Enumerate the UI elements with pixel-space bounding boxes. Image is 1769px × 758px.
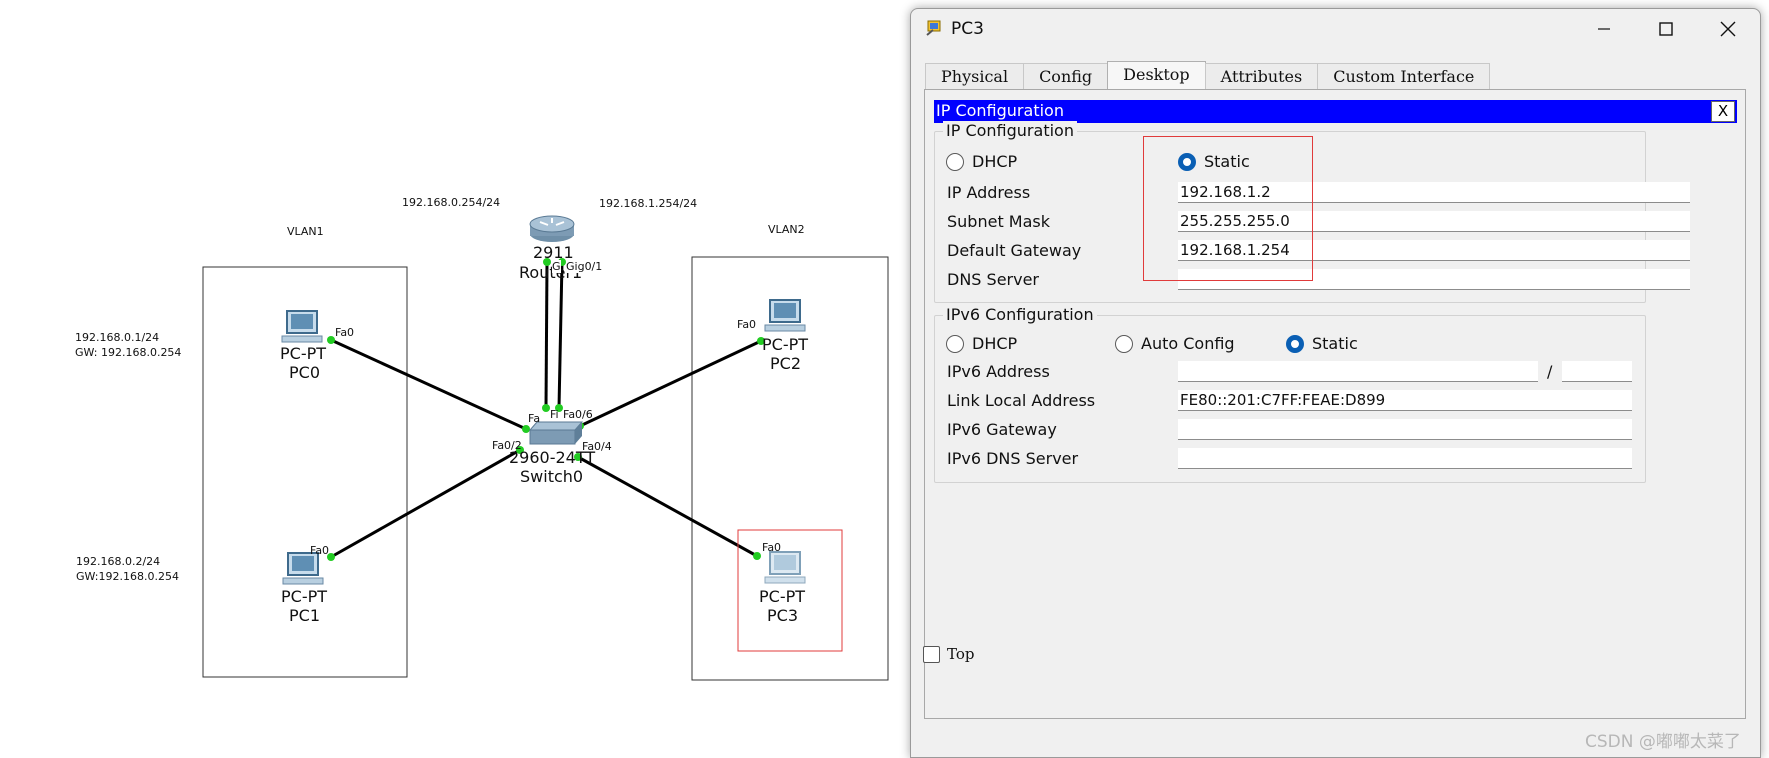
link-switch-pc2 — [579, 339, 762, 428]
packet-tracer-app-icon — [926, 20, 941, 36]
tab-custom-interface[interactable]: Custom Interface — [1317, 63, 1491, 89]
ipv6-static-label: Static — [1312, 334, 1358, 353]
pc1-ip-note: 192.168.0.2/24 — [76, 555, 161, 568]
link-pc0-switch — [330, 338, 527, 431]
ip-address-label: IP Address — [947, 183, 1031, 202]
vlan1-label: VLAN1 — [287, 225, 324, 238]
router-port-gig01: Gig0/1 — [566, 260, 603, 273]
topology-canvas[interactable]: VLAN1 VLAN2 192.168.0.254/24 192.168.1.2… — [0, 0, 900, 758]
ipv6-static-radio[interactable] — [1286, 335, 1304, 353]
topology-links — [202, 215, 889, 681]
desktop-panel: IP Configuration X IP Configuration DHCP… — [924, 89, 1746, 719]
minimize-button[interactable] — [1573, 9, 1635, 49]
pc3-window: PC3 Physical Config Desktop Attributes C… — [910, 8, 1761, 758]
ipv4-group-title: IP Configuration — [943, 121, 1077, 140]
ip-configuration-close-button[interactable]: X — [1711, 101, 1735, 122]
pc0-icon — [281, 310, 323, 343]
tab-physical[interactable]: Physical — [925, 63, 1025, 89]
tab-config[interactable]: Config — [1023, 63, 1109, 89]
link-pc1-switch — [330, 448, 521, 559]
pc3-type: PC-PT — [759, 587, 806, 606]
router-ip-right: 192.168.1.254/24 — [599, 197, 698, 210]
pc1-name[interactable]: PC1 — [289, 607, 320, 625]
ipv6-dhcp-label: DHCP — [972, 334, 1018, 353]
link-local-address-input[interactable] — [1178, 390, 1632, 411]
pc0-ip-note: 192.168.0.1/24 — [75, 331, 160, 344]
link-switch-pc3 — [577, 455, 758, 558]
pc0-gw-note: GW: 192.168.0.254 — [75, 346, 182, 359]
close-window-button[interactable] — [1697, 9, 1759, 49]
pc1-icon — [282, 552, 324, 585]
pc2-name[interactable]: PC2 — [770, 355, 801, 373]
pc3-port: Fa0 — [762, 541, 782, 554]
top-checkbox[interactable] — [923, 646, 940, 663]
ipv6-dns-server-label: IPv6 DNS Server — [947, 449, 1079, 468]
ipv6-prefix-separator: / — [1547, 362, 1553, 381]
tab-attributes[interactable]: Attributes — [1204, 63, 1319, 89]
top-checkbox-label: Top — [947, 645, 975, 663]
ipv6-dns-server-input[interactable] — [1178, 448, 1632, 469]
link-local-address-label: Link Local Address — [947, 391, 1096, 410]
switch-port-fi: Fi — [550, 408, 559, 421]
default-gateway-label: Default Gateway — [947, 241, 1082, 260]
ip-configuration-title: IP Configuration — [936, 101, 1064, 120]
device-tabs: Physical Config Desktop Attributes Custo… — [925, 61, 1491, 89]
ipv6-address-input[interactable] — [1178, 361, 1538, 382]
ipv6-group-title: IPv6 Configuration — [943, 305, 1097, 324]
close-icon — [1720, 21, 1736, 37]
pc3-icon — [764, 551, 806, 584]
ipv4-dhcp-radio[interactable] — [946, 153, 964, 171]
pc1-type: PC-PT — [281, 587, 328, 606]
ipv4-dhcp-label: DHCP — [972, 152, 1018, 171]
static-config-highlight — [1143, 136, 1313, 281]
switch-port-fa06: Fa0/6 — [563, 408, 593, 421]
tab-desktop[interactable]: Desktop — [1107, 61, 1206, 89]
pc2-type: PC-PT — [762, 335, 809, 354]
ipv6-gateway-input[interactable] — [1178, 419, 1632, 440]
maximize-button[interactable] — [1635, 9, 1697, 49]
pc2-port: Fa0 — [737, 318, 757, 331]
link-router-switch-b — [557, 261, 564, 409]
pc0-name[interactable]: PC0 — [289, 364, 320, 382]
window-title: PC3 — [951, 19, 984, 39]
switch-model: 2960-24TT — [509, 448, 596, 467]
pc3-name[interactable]: PC3 — [767, 607, 798, 625]
watermark: CSDN @嘟嘟太菜了 — [1585, 732, 1741, 752]
dns-server-label: DNS Server — [947, 270, 1039, 289]
ipv6-auto-config-radio[interactable] — [1115, 335, 1133, 353]
switch-port-fa: Fa — [528, 412, 541, 425]
pc0-type: PC-PT — [280, 344, 327, 363]
router-port-g: G — [552, 260, 561, 273]
title-bar[interactable]: PC3 — [911, 9, 1760, 49]
ipv6-address-label: IPv6 Address — [947, 362, 1050, 381]
router-icon — [529, 215, 575, 242]
pc1-port: Fa0 — [310, 544, 330, 557]
switch-icon — [528, 421, 584, 445]
vlan2-label: VLAN2 — [768, 223, 805, 236]
ipv6-prefix-input[interactable] — [1562, 361, 1632, 382]
router-ip-left: 192.168.0.254/24 — [402, 196, 501, 209]
maximize-icon — [1659, 22, 1673, 36]
ip-configuration-header: IP Configuration X — [934, 100, 1737, 123]
ipv6-auto-config-label: Auto Config — [1141, 334, 1235, 353]
subnet-mask-label: Subnet Mask — [947, 212, 1051, 231]
ipv6-dhcp-radio[interactable] — [946, 335, 964, 353]
pc2-icon — [764, 299, 806, 332]
pc1-gw-note: GW:192.168.0.254 — [76, 570, 179, 583]
link-router-switch-a — [544, 261, 549, 409]
switch-name[interactable]: Switch0 — [520, 468, 583, 486]
ipv6-gateway-label: IPv6 Gateway — [947, 420, 1057, 439]
pc0-port: Fa0 — [335, 326, 355, 339]
minimize-icon — [1598, 28, 1610, 30]
